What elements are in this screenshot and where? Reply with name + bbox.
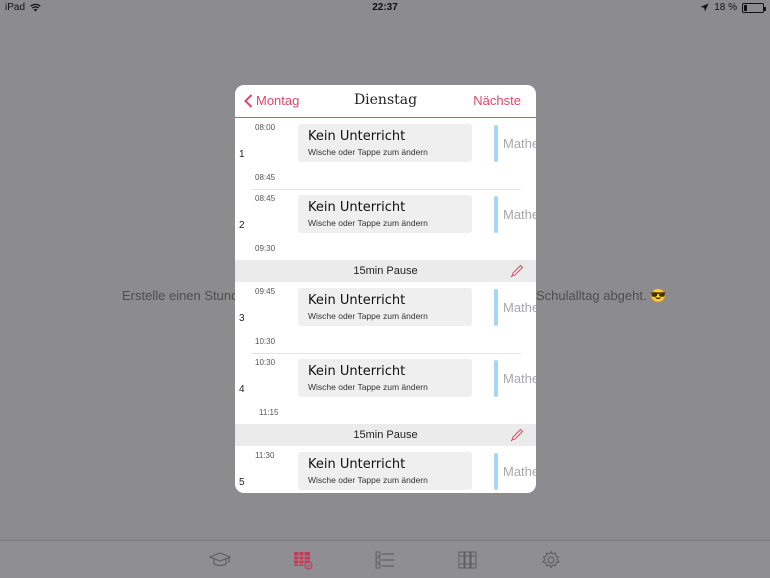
subject-color-bar bbox=[494, 196, 498, 233]
pencil-icon[interactable] bbox=[510, 264, 524, 278]
lesson-title: Kein Unterricht bbox=[308, 293, 406, 308]
tab-bar bbox=[0, 540, 770, 578]
lesson-number: 3 bbox=[239, 313, 245, 324]
lesson-hint: Wische oder Tappe zum ändern bbox=[308, 147, 428, 157]
tab-timetable[interactable] bbox=[292, 550, 314, 570]
lesson-end-time: 11:15 bbox=[259, 408, 279, 417]
modal-header: Montag Dienstag Nächste bbox=[235, 85, 536, 118]
lesson-row[interactable]: 2 08:45 09:30 Kein Unterricht Wische ode… bbox=[235, 190, 536, 261]
pause-row[interactable]: 15min Pause bbox=[235, 260, 536, 282]
lesson-start-time: 10:30 bbox=[255, 358, 276, 367]
lesson-card[interactable]: Kein Unterricht Wische oder Tappe zum än… bbox=[298, 359, 472, 397]
tab-subjects[interactable] bbox=[457, 550, 479, 570]
day-modal: Montag Dienstag Nächste 1 08:00 08:45 Ke… bbox=[235, 85, 536, 493]
lesson-card[interactable]: Kein Unterricht Wische oder Tappe zum än… bbox=[298, 288, 472, 326]
battery-fill bbox=[744, 4, 748, 11]
tab-settings[interactable] bbox=[540, 550, 562, 570]
status-bar: iPad 22:37 18 % bbox=[0, 0, 770, 16]
lesson-start-time: 11:30 bbox=[255, 451, 275, 460]
checklist-icon bbox=[375, 551, 394, 569]
lesson-end-time: 08:45 bbox=[255, 173, 276, 182]
battery-percentage: 18 % bbox=[714, 2, 737, 13]
lesson-hint: Wische oder Tappe zum ändern bbox=[308, 475, 428, 485]
status-time: 22:37 bbox=[372, 2, 398, 13]
pause-row[interactable]: 15min Pause bbox=[235, 424, 536, 446]
graduation-cap-icon bbox=[208, 552, 232, 567]
lesson-card[interactable]: Kein Unterricht Wische oder Tappe zum än… bbox=[298, 195, 472, 233]
lesson-card[interactable]: Kein Unterricht Wische oder Tappe zum än… bbox=[298, 124, 472, 162]
subject-color-bar bbox=[494, 125, 498, 162]
subject-color-bar bbox=[494, 453, 498, 490]
subject-color-bar bbox=[494, 360, 498, 397]
lesson-start-time: 08:00 bbox=[255, 123, 276, 132]
lesson-row[interactable]: 4 10:30 11:15 Kein Unterricht Wische ode… bbox=[235, 354, 536, 425]
battery-icon bbox=[742, 2, 766, 13]
background-hint-left: Erstelle einen Stunden bbox=[122, 288, 253, 303]
settings-gear-icon bbox=[542, 550, 560, 569]
lesson-start-time: 09:45 bbox=[255, 287, 276, 296]
lesson-number: 4 bbox=[239, 384, 245, 395]
lesson-title: Kein Unterricht bbox=[308, 200, 406, 215]
lesson-number: 2 bbox=[239, 220, 245, 231]
pencil-icon[interactable] bbox=[510, 428, 524, 442]
books-icon bbox=[458, 551, 477, 569]
pause-label: 15min Pause bbox=[353, 265, 418, 277]
lesson-row[interactable]: 1 08:00 08:45 Kein Unterricht Wische ode… bbox=[235, 119, 536, 190]
lesson-card[interactable]: Kein Unterricht Wische oder Tappe zum än… bbox=[298, 452, 472, 490]
lesson-subject[interactable]: Mathe bbox=[503, 136, 536, 151]
timetable-icon bbox=[294, 552, 313, 570]
lesson-number: 5 bbox=[239, 477, 245, 488]
tab-tasks[interactable] bbox=[374, 550, 396, 570]
lesson-subject[interactable]: Mathe bbox=[503, 464, 536, 479]
lesson-row[interactable]: 5 11:30 Kein Unterricht Wische oder Tapp… bbox=[235, 447, 536, 493]
lesson-subject[interactable]: Mathe bbox=[503, 300, 536, 315]
subject-color-bar bbox=[494, 289, 498, 326]
lesson-row[interactable]: 3 09:45 10:30 Kein Unterricht Wische ode… bbox=[235, 283, 536, 354]
lesson-hint: Wische oder Tappe zum ändern bbox=[308, 218, 428, 228]
lesson-number: 1 bbox=[239, 149, 245, 160]
lesson-title: Kein Unterricht bbox=[308, 129, 406, 144]
next-day-button[interactable]: Nächste bbox=[473, 93, 521, 108]
lesson-subject[interactable]: Mathe bbox=[503, 207, 536, 222]
pause-label: 15min Pause bbox=[353, 429, 418, 441]
lesson-end-time: 09:30 bbox=[255, 244, 276, 253]
lesson-hint: Wische oder Tappe zum ändern bbox=[308, 382, 428, 392]
lesson-start-time: 08:45 bbox=[255, 194, 276, 203]
location-arrow-icon bbox=[700, 3, 709, 12]
lesson-subject[interactable]: Mathe bbox=[503, 371, 536, 386]
lesson-hint: Wische oder Tappe zum ändern bbox=[308, 311, 428, 321]
lesson-end-time: 10:30 bbox=[255, 337, 276, 346]
lesson-title: Kein Unterricht bbox=[308, 364, 406, 379]
lesson-title: Kein Unterricht bbox=[308, 457, 406, 472]
tab-courses[interactable] bbox=[208, 550, 232, 570]
background-hint-right: Schulalltag abgeht. 😎 bbox=[536, 288, 667, 303]
